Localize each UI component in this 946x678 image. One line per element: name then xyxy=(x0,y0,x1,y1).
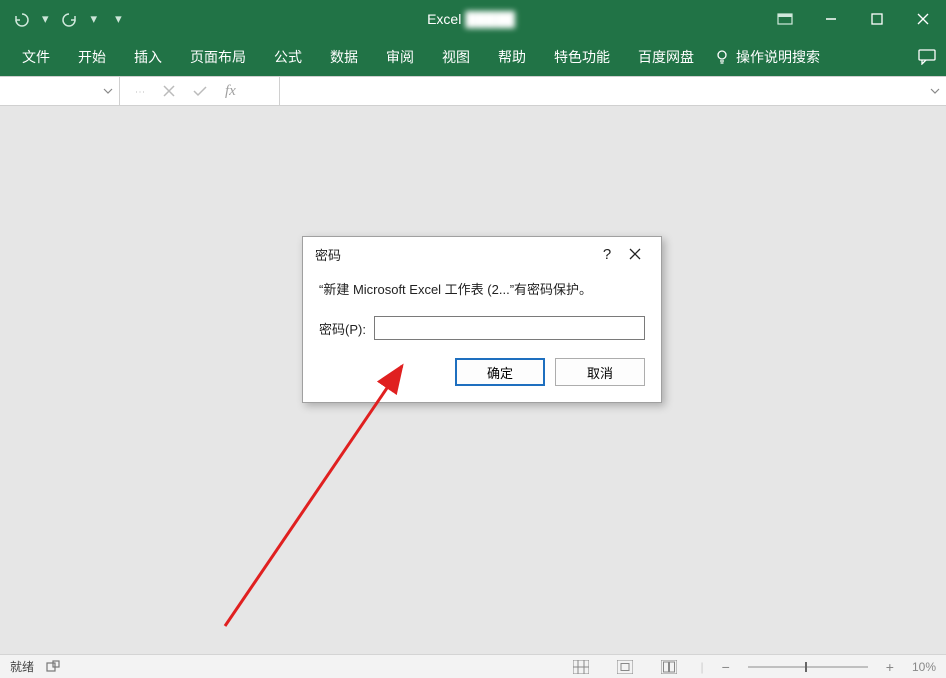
chevron-down-icon xyxy=(103,86,113,96)
status-ready: 就绪 xyxy=(10,658,34,675)
tab-page-layout[interactable]: 页面布局 xyxy=(176,38,260,76)
view-normal-button[interactable] xyxy=(568,658,594,676)
zoom-slider[interactable] xyxy=(748,666,868,668)
dialog-help-button[interactable]: ? xyxy=(593,240,621,268)
redo-dropdown-icon[interactable]: ▾ xyxy=(89,11,100,27)
formula-controls: ⋮ fx xyxy=(120,77,280,105)
undo-dropdown-icon[interactable]: ▾ xyxy=(40,11,51,27)
view-page-break-button[interactable] xyxy=(656,658,682,676)
macro-record-icon[interactable] xyxy=(46,660,60,674)
tab-features[interactable]: 特色功能 xyxy=(540,38,624,76)
ribbon-tabs: 文件 开始 插入 页面布局 公式 数据 审阅 视图 帮助 特色功能 百度网盘 操… xyxy=(0,38,946,76)
title-bar: ▾ ▾ ▾ Excel█████ xyxy=(0,0,946,38)
enter-formula-icon[interactable] xyxy=(193,85,207,97)
password-input[interactable] xyxy=(374,316,645,340)
lightbulb-icon xyxy=(714,49,730,65)
quick-access-toolbar: ▾ ▾ ▾ xyxy=(8,6,124,32)
comments-icon[interactable] xyxy=(918,49,936,65)
zoom-out-button[interactable]: − xyxy=(722,659,730,675)
status-bar: 就绪 | − + 10% xyxy=(0,654,946,678)
tab-view[interactable]: 视图 xyxy=(428,38,484,76)
view-page-layout-button[interactable] xyxy=(612,658,638,676)
close-button[interactable] xyxy=(900,0,946,38)
window-title: Excel█████ xyxy=(427,11,519,27)
tab-file[interactable]: 文件 xyxy=(8,38,64,76)
maximize-button[interactable] xyxy=(854,0,900,38)
cancel-button[interactable]: 取消 xyxy=(555,358,645,386)
ribbon-display-button[interactable] xyxy=(762,0,808,38)
tab-insert[interactable]: 插入 xyxy=(120,38,176,76)
grip-icon: ⋮ xyxy=(134,87,145,95)
tab-review[interactable]: 审阅 xyxy=(372,38,428,76)
tab-home[interactable]: 开始 xyxy=(64,38,120,76)
window-controls xyxy=(762,0,946,38)
tell-me-label: 操作说明搜索 xyxy=(736,47,820,67)
dialog-close-button[interactable] xyxy=(621,240,649,268)
tab-formulas[interactable]: 公式 xyxy=(260,38,316,76)
redo-button[interactable] xyxy=(57,6,83,32)
dialog-titlebar: 密码 ? xyxy=(303,237,661,271)
formula-input[interactable] xyxy=(280,77,946,105)
workspace: 密码 ? “新建 Microsoft Excel 工作表 (2...”有密码保护… xyxy=(0,106,946,654)
qat-customize-icon[interactable]: ▾ xyxy=(113,11,124,27)
ok-button[interactable]: 确定 xyxy=(455,358,545,386)
tab-baidu-netdisk[interactable]: 百度网盘 xyxy=(624,38,708,76)
minimize-button[interactable] xyxy=(808,0,854,38)
tab-help[interactable]: 帮助 xyxy=(484,38,540,76)
undo-button[interactable] xyxy=(8,6,34,32)
cancel-formula-icon[interactable] xyxy=(163,85,175,97)
password-label: 密码(P): xyxy=(319,319,366,338)
chevron-down-icon xyxy=(930,86,940,96)
dialog-message: “新建 Microsoft Excel 工作表 (2...”有密码保护。 xyxy=(319,279,645,298)
tab-data[interactable]: 数据 xyxy=(316,38,372,76)
zoom-value[interactable]: 10% xyxy=(912,660,936,674)
zoom-in-button[interactable]: + xyxy=(886,659,894,675)
password-dialog: 密码 ? “新建 Microsoft Excel 工作表 (2...”有密码保护… xyxy=(302,236,662,403)
formula-bar: ⋮ fx xyxy=(0,76,946,106)
name-box[interactable] xyxy=(0,77,120,105)
dialog-title: 密码 xyxy=(315,245,341,264)
tell-me-search[interactable]: 操作说明搜索 xyxy=(714,47,820,67)
insert-function-button[interactable]: fx xyxy=(225,83,236,100)
